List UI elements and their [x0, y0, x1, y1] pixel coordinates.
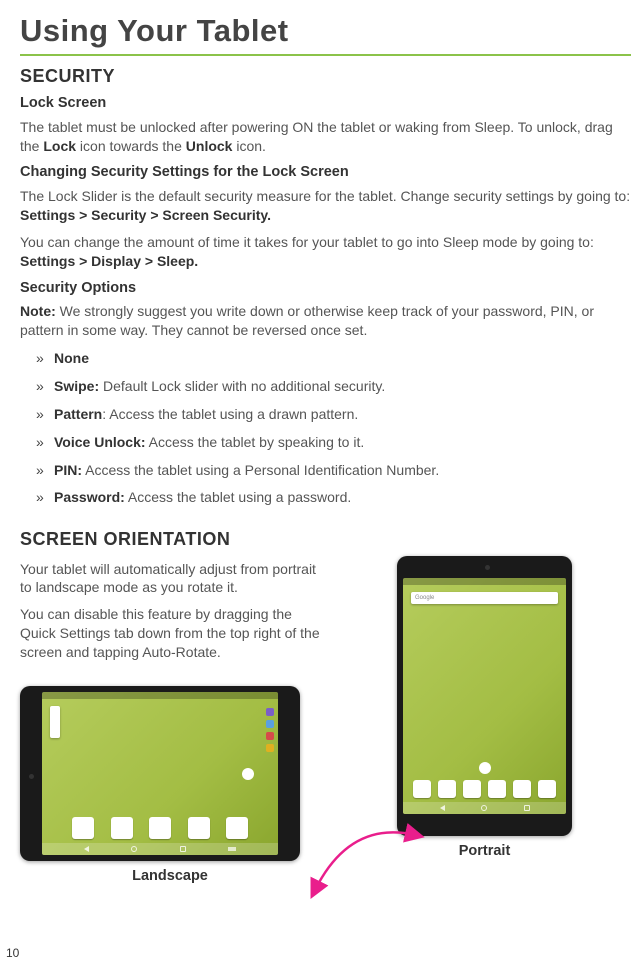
app-dock: [413, 780, 556, 798]
lock-bold: Lock: [43, 138, 76, 154]
widget-icon: [266, 720, 274, 728]
opt-desc: Access the tablet using a password.: [125, 489, 351, 505]
changing-body: The Lock Slider is the default security …: [20, 187, 631, 225]
app-icon: [149, 817, 171, 839]
security-heading: SECURITY: [20, 64, 631, 88]
opt-label: Voice Unlock:: [54, 434, 146, 450]
note-bold: Note:: [20, 303, 56, 319]
app-icon: [111, 817, 133, 839]
widget-icon: [266, 732, 274, 740]
app-icon: [463, 780, 481, 798]
app-icon: [513, 780, 531, 798]
page-number: 10: [6, 945, 19, 961]
lock-screen-heading: Lock Screen: [20, 94, 631, 114]
rotate-arrow-icon: [300, 810, 430, 910]
security-options-list: None Swipe: Default Lock slider with no …: [20, 349, 631, 507]
app-icon: [226, 817, 248, 839]
list-item: PIN: Access the tablet using a Personal …: [54, 461, 631, 480]
back-icon: [440, 805, 445, 811]
landscape-caption: Landscape: [20, 867, 320, 887]
widget-icon: [266, 708, 274, 716]
home-icon: [131, 846, 137, 852]
sleep-path: Settings > Display > Sleep.: [20, 253, 198, 269]
apps-button-icon: [242, 768, 254, 780]
opt-label: Password:: [54, 489, 125, 505]
portrait-caption: Portrait: [459, 842, 511, 862]
unlock-bold: Unlock: [186, 138, 233, 154]
screen-orientation-heading: SCREEN ORIENTATION: [20, 527, 631, 551]
opt-label: PIN:: [54, 462, 82, 478]
orientation-p2: You can disable this feature by dragging…: [20, 605, 320, 662]
widget-icon: [266, 744, 274, 752]
note-text: We strongly suggest you write down or ot…: [20, 303, 594, 338]
text: icon towards the: [76, 138, 186, 154]
opt-desc: : Access the tablet using a drawn patter…: [102, 406, 358, 422]
app-dock: [72, 817, 248, 839]
side-widgets: [266, 708, 274, 752]
status-bar: [403, 578, 566, 585]
tablet-landscape-image: [20, 686, 300, 861]
opt-desc: Access the tablet by speaking to it.: [146, 434, 365, 450]
list-item: None: [54, 349, 631, 368]
app-icon: [538, 780, 556, 798]
page-title: Using Your Tablet: [20, 0, 631, 56]
app-icon: [188, 817, 210, 839]
tablet-screen: [42, 692, 278, 855]
security-note: Note: We strongly suggest you write down…: [20, 302, 631, 340]
security-options-heading: Security Options: [20, 279, 631, 299]
tablet-portrait-image: [397, 556, 572, 836]
app-icon: [72, 817, 94, 839]
settings-path: Settings > Security > Screen Security.: [20, 207, 271, 223]
tablet-screen: [403, 578, 566, 814]
google-search-widget: [50, 706, 60, 738]
list-item: Voice Unlock: Access the tablet by speak…: [54, 433, 631, 452]
back-icon: [84, 846, 89, 852]
recents-icon: [524, 805, 530, 811]
opt-label: Pattern: [54, 406, 102, 422]
list-item: Pattern: Access the tablet using a drawn…: [54, 405, 631, 424]
sleep-body: You can change the amount of time it tak…: [20, 233, 631, 271]
lock-screen-body: The tablet must be unlocked after poweri…: [20, 118, 631, 156]
opt-label: None: [54, 350, 89, 366]
app-icon: [488, 780, 506, 798]
opt-desc: Access the tablet using a Personal Ident…: [82, 462, 439, 478]
app-icon: [438, 780, 456, 798]
status-bar: [42, 692, 278, 699]
recents-icon: [180, 846, 186, 852]
list-item: Swipe: Default Lock slider with no addit…: [54, 377, 631, 396]
orientation-p1: Your tablet will automatically adjust fr…: [20, 560, 320, 598]
list-item: Password: Access the tablet using a pass…: [54, 488, 631, 507]
google-search-widget: [411, 592, 558, 604]
text: The Lock Slider is the default security …: [20, 188, 630, 204]
text: You can change the amount of time it tak…: [20, 234, 594, 250]
app-icon: [413, 780, 431, 798]
volume-icon: [228, 847, 236, 851]
changing-heading: Changing Security Settings for the Lock …: [20, 163, 631, 183]
home-icon: [481, 805, 487, 811]
text: icon.: [232, 138, 265, 154]
opt-label: Swipe:: [54, 378, 99, 394]
apps-button-icon: [479, 762, 491, 774]
opt-desc: Default Lock slider with no additional s…: [99, 378, 385, 394]
camera-dot-icon: [29, 774, 34, 779]
camera-dot-icon: [485, 565, 490, 570]
nav-bar: [42, 843, 278, 855]
